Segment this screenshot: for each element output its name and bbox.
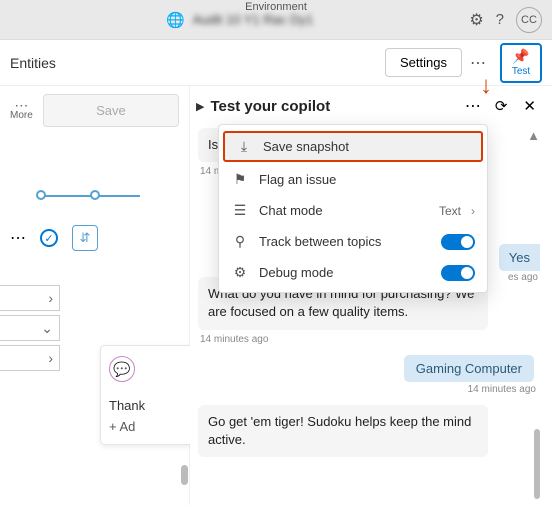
option-row[interactable]: › — [0, 345, 60, 371]
settings-button[interactable]: Settings — [385, 48, 462, 77]
page-title: Entities — [10, 55, 56, 71]
help-icon[interactable]: ? — [496, 11, 504, 28]
flag-icon: ⚑ — [231, 171, 249, 188]
timestamp: 14 minutes ago — [200, 384, 536, 395]
node-more-button[interactable]: ⋯ — [10, 228, 26, 248]
timeline-node[interactable] — [36, 190, 46, 200]
test-pane-menu: ⤓ Save snapshot ⚑ Flag an issue ☰ Chat m… — [218, 124, 488, 293]
test-button[interactable]: 📌 Test — [500, 43, 542, 83]
scrollbar-thumb[interactable] — [181, 465, 188, 485]
chevron-down-icon: ⌄ — [41, 320, 53, 337]
close-icon[interactable]: ✕ — [517, 95, 542, 117]
environment-picker[interactable]: 🌐 Audit 10 Y1 Rac Dy1 — [10, 11, 469, 29]
pin-icon: 📌 — [512, 48, 529, 65]
collapse-caret-icon[interactable]: ▶ — [196, 100, 204, 113]
check-icon: ✓ — [40, 229, 58, 247]
timeline-node[interactable] — [90, 190, 100, 200]
bot-message: Go get 'em tiger! Sudoku helps keep the … — [198, 405, 488, 457]
debug-icon: ⚙ — [231, 264, 249, 281]
test-pane-more-button[interactable]: ⋯ — [461, 94, 485, 118]
option-row[interactable]: ⌄ — [0, 315, 60, 341]
more-commands-button[interactable]: ⋯ — [462, 49, 494, 77]
top-bar: 🌐 Audit 10 Y1 Rac Dy1 Environment ⚙ ? CC — [0, 0, 552, 40]
add-button[interactable]: + Ad — [109, 419, 186, 434]
command-bar: Entities Settings ⋯ 📌 Test — [0, 40, 552, 86]
download-icon: ⤓ — [235, 138, 253, 155]
menu-save-snapshot[interactable]: ⤓ Save snapshot — [223, 131, 483, 162]
timestamp: 14 minutes ago — [200, 334, 536, 345]
scroll-up-icon[interactable]: ▲ — [527, 128, 540, 143]
more-button[interactable]: ⋯ More — [10, 100, 33, 121]
track-icon: ⚲ — [231, 233, 249, 250]
chevron-right-icon: › — [471, 204, 475, 218]
debug-toggle[interactable] — [441, 265, 475, 281]
menu-track-topics[interactable]: ⚲ Track between topics — [219, 226, 487, 257]
menu-flag-issue[interactable]: ⚑ Flag an issue — [219, 164, 487, 195]
refresh-icon[interactable]: ⟳ — [491, 95, 512, 117]
environment-label: Environment — [245, 1, 307, 13]
track-toggle[interactable] — [441, 234, 475, 250]
message-node[interactable]: 💬 Thank + Ad — [100, 345, 195, 445]
timestamp: es ago — [508, 272, 538, 283]
timeline-bar — [40, 195, 140, 197]
authoring-canvas: ⋯ More Save ⋯ ✓ ⇵ › ⌄ › 💬 Thank — [0, 86, 190, 505]
message-icon: 💬 — [109, 356, 135, 382]
branch-icon[interactable]: ⇵ — [72, 225, 98, 251]
globe-icon: 🌐 — [166, 11, 185, 29]
menu-debug-mode[interactable]: ⚙ Debug mode — [219, 257, 487, 288]
avatar[interactable]: CC — [516, 7, 542, 33]
test-copilot-pane: ↓ ▶ Test your copilot ⋯ ⟳ ✕ ▲ Is that 14… — [190, 86, 552, 505]
option-row[interactable]: › — [0, 285, 60, 311]
user-message: Yes — [499, 244, 540, 271]
user-message: Gaming Computer — [404, 355, 534, 382]
menu-chat-mode[interactable]: ☰ Chat mode Text › — [219, 195, 487, 226]
gear-icon[interactable]: ⚙ — [469, 10, 483, 30]
message-text: Thank — [109, 398, 186, 413]
scrollbar-thumb[interactable] — [534, 429, 540, 499]
environment-name: Audit 10 Y1 Rac Dy1 — [193, 12, 313, 27]
save-button[interactable]: Save — [43, 94, 179, 127]
chat-icon: ☰ — [231, 202, 249, 219]
test-pane-title: Test your copilot — [210, 98, 454, 115]
